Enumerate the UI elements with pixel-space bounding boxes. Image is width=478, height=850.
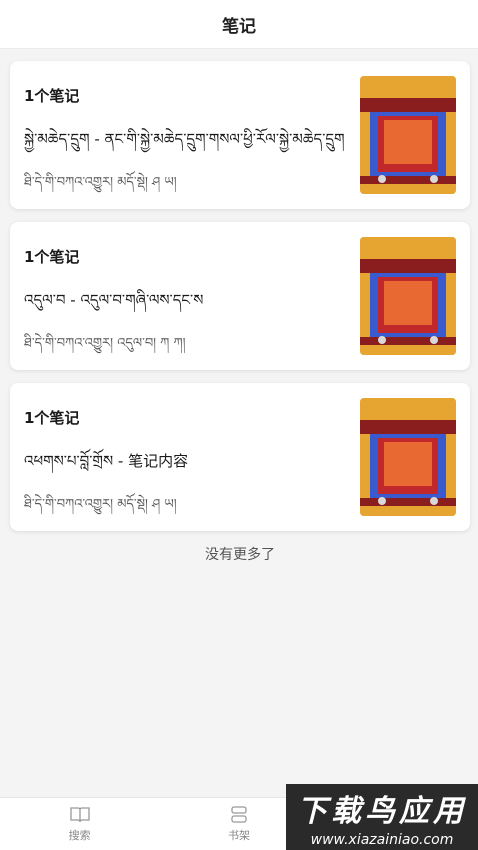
no-more-text: 没有更多了 (205, 547, 275, 563)
watermark-title: 下载鸟应用 (297, 794, 467, 829)
note-card-text: 1个笔记 འཕགས་པ་བློ་གྲོས - 笔记内容 ཐི་དེ་གི་བཀའ… (24, 383, 360, 531)
note-card[interactable]: 1个笔记 འདུལ་བ - འདུལ་བ་གཞི་ལས་དང་ས ཐི་དེ་ག… (10, 222, 470, 370)
note-title: སྐྱེ་མཆེད་དྲུག - ནང་གི་སྐྱེ་མཆེད་དྲུག་གས… (24, 130, 345, 148)
note-meta: ཐི་དེ་གི་བཀའ་འགྱུར། མདོ་སྡེ། ཤ ཡ། (24, 497, 177, 512)
book-icon (70, 807, 90, 823)
note-card-text: 1个笔记 འདུལ་བ - འདུལ་བ་གཞི་ལས་དང་ས ཐི་དེ་ག… (24, 222, 360, 370)
note-meta: ཐི་དེ་གི་བཀའ་འགྱུར། མདོ་སྡེ། ཤ ཡ། (24, 175, 177, 190)
note-count: 1个笔记 (24, 87, 80, 105)
note-card[interactable]: 1个笔记 སྐྱེ་མཆེད་དྲུག - ནང་གི་སྐྱེ་མཆེད་དྲ… (10, 61, 470, 209)
note-meta: ཐི་དེ་གི་བཀའ་འགྱུར། འདུལ་བ། ཀ ཀ། (24, 336, 186, 351)
watermark-url: www.xiazainiao.com (310, 832, 454, 848)
tab-search[interactable]: 搜索 (0, 798, 159, 850)
book-cover-image (360, 76, 456, 194)
watermark-logo: 下载鸟应用 www.xiazainiao.com (286, 784, 478, 850)
book-cover-image (360, 398, 456, 516)
tab-bookshelf-label: 书架 (227, 829, 250, 842)
note-title: འདུལ་བ - འདུལ་བ་གཞི་ལས་དང་ས (24, 291, 204, 309)
app-header: 笔记 (0, 0, 478, 49)
note-card-text: 1个笔记 སྐྱེ་མཆེད་དྲུག - ནང་གི་སྐྱེ་མཆེད་དྲ… (24, 61, 360, 209)
note-count: 1个笔记 (24, 248, 80, 266)
shelf-icon (231, 806, 247, 823)
page-title: 笔记 (222, 16, 256, 37)
note-card[interactable]: 1个笔记 འཕགས་པ་བློ་གྲོས - 笔记内容 ཐི་དེ་གི་བཀའ… (10, 383, 470, 531)
note-list: 1个笔记 སྐྱེ་མཆེད་དྲུག - ནང་གི་སྐྱེ་མཆེད་དྲ… (0, 49, 478, 564)
tab-search-label: 搜索 (68, 829, 91, 842)
book-cover-image (360, 237, 456, 355)
note-count: 1个笔记 (24, 409, 80, 427)
note-title: འཕགས་པ་བློ་གྲོས - 笔记内容 (24, 452, 189, 470)
